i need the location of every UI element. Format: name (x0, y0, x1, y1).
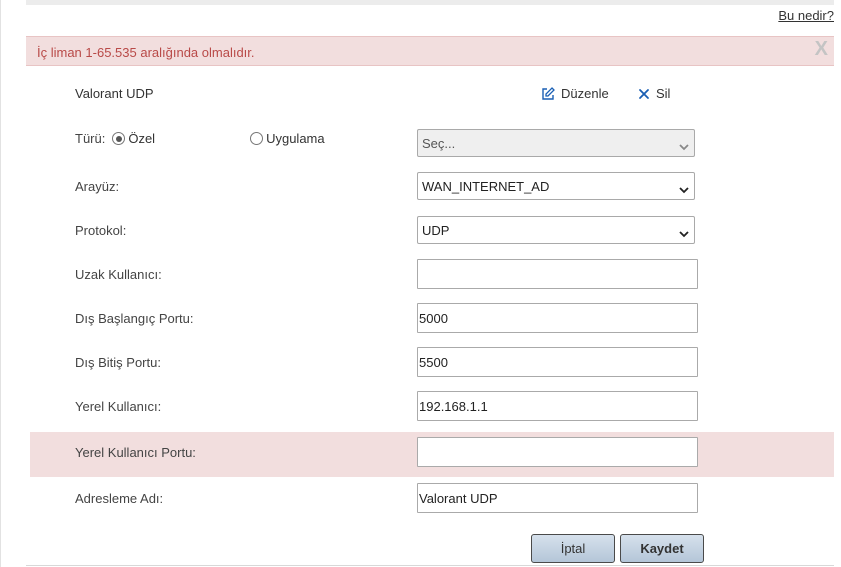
x-icon (638, 88, 650, 100)
type-custom-label: Özel (128, 131, 156, 146)
help-link[interactable]: Bu nedir? (778, 8, 834, 23)
application-select[interactable]: Seç... (417, 129, 695, 157)
local-port-label: Yerel Kullanıcı Portu: (75, 445, 196, 460)
radio-unchecked-icon (250, 132, 264, 145)
interface-select-value: WAN_INTERNET_AD (422, 178, 550, 194)
mapping-name-label: Adresleme Adı: (75, 491, 164, 506)
ext-start-port-input[interactable] (417, 303, 698, 333)
delete-label: Sil (656, 86, 671, 101)
edit-button[interactable]: Düzenle (541, 86, 609, 101)
radio-checked-icon (112, 132, 126, 145)
interface-select[interactable]: WAN_INTERNET_AD (417, 172, 695, 200)
top-divider (26, 0, 834, 5)
rule-title: Valorant UDP (75, 86, 154, 101)
type-label: Türü: (75, 131, 106, 146)
local-host-label: Yerel Kullanıcı: (75, 399, 162, 414)
chevron-down-icon (679, 182, 689, 197)
protocol-select-value: UDP (422, 222, 450, 238)
local-port-input[interactable] (417, 437, 698, 467)
error-alert: İç liman 1-65.535 aralığında olmalıdır. … (26, 36, 834, 66)
page-left-border (0, 0, 1, 567)
remote-host-input[interactable] (417, 259, 698, 289)
ext-end-port-input[interactable] (417, 347, 698, 377)
protocol-label: Protokol: (75, 223, 127, 238)
chevron-down-icon (679, 226, 689, 241)
local-host-input[interactable] (417, 391, 698, 421)
interface-label: Arayüz: (75, 179, 120, 194)
chevron-down-icon (679, 139, 689, 154)
save-button[interactable]: Kaydet (620, 534, 704, 563)
close-icon[interactable]: X (815, 38, 828, 61)
pencil-square-icon (541, 86, 555, 101)
protocol-select[interactable]: UDP (417, 216, 695, 244)
type-app-label: Uygulama (266, 131, 325, 146)
mapping-name-input[interactable] (417, 483, 698, 513)
type-row: Türü: Özel Uygulama (75, 131, 325, 146)
ext-end-port-label: Dış Bitiş Portu: (75, 355, 161, 370)
bottom-divider (26, 565, 834, 566)
edit-label: Düzenle (561, 86, 609, 101)
type-app-radio[interactable]: Uygulama (250, 131, 325, 146)
type-custom-radio[interactable]: Özel (112, 131, 155, 146)
application-select-value: Seç... (422, 135, 456, 151)
ext-start-port-label: Dış Başlangıç Portu: (75, 311, 194, 326)
remote-host-label: Uzak Kullanıcı: (75, 267, 162, 282)
cancel-button[interactable]: İptal (531, 534, 615, 563)
delete-button[interactable]: Sil (638, 86, 670, 101)
error-message: İç liman 1-65.535 aralığında olmalıdır. (37, 45, 255, 60)
